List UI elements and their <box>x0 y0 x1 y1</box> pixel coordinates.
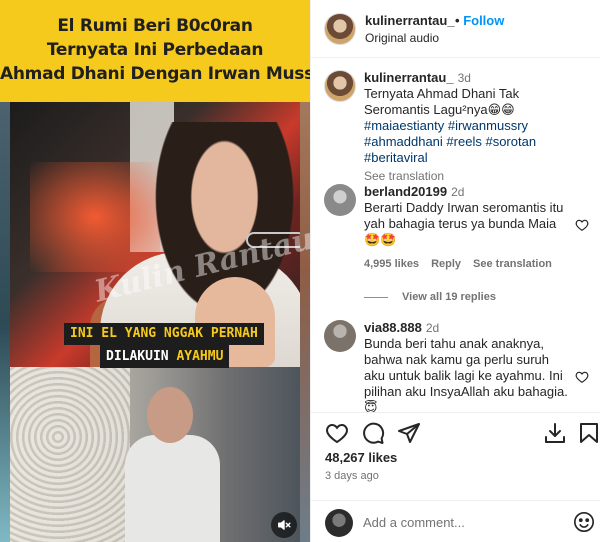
replies-divider <box>364 296 388 298</box>
heart-icon[interactable] <box>325 421 349 445</box>
video-caption-text: DILAKUIN <box>106 349 177 364</box>
avatar[interactable] <box>324 13 356 45</box>
see-translation-link[interactable]: See translation <box>364 168 572 184</box>
man-head <box>147 387 193 443</box>
hashtag[interactable]: #irwanmussry <box>448 118 528 133</box>
video-title-line: Ahmad Dhani Dengan Irwan Mussry <box>0 64 310 84</box>
like-comment-heart-icon[interactable] <box>575 218 589 232</box>
see-translation-link[interactable]: See translation <box>473 258 552 270</box>
reply-button[interactable]: Reply <box>431 258 461 270</box>
man-figure <box>125 377 220 542</box>
header-username[interactable]: kulinerrantau_ <box>365 13 455 28</box>
hashtag[interactable]: #sorotan <box>485 134 536 149</box>
comment-meta: 4,995 likes Reply See translation <box>364 256 572 272</box>
video-caption-text: INI EL YANG NGGAK PERNAH <box>70 326 258 341</box>
follow-label: Follow <box>463 13 505 28</box>
view-replies-label: View all 19 replies <box>402 291 496 303</box>
comment-input[interactable] <box>363 515 563 530</box>
caption-username[interactable]: kulinerrantau_ <box>364 70 454 85</box>
comment-username[interactable]: berland20199 <box>364 184 447 199</box>
video-title-line: Ternyata Ini Perbedaan <box>46 40 264 60</box>
hashtag[interactable]: #maiaestianty <box>364 118 444 133</box>
view-replies-button[interactable]: View all 19 replies <box>364 291 496 303</box>
follow-button[interactable]: • Follow <box>455 13 504 28</box>
likes-count[interactable]: 48,267 likes <box>325 450 397 465</box>
caption-text: Ternyata Ahmad Dhani Tak Seromantis Lagu… <box>364 86 520 117</box>
reel-video[interactable]: El Rumi Beri B0c0ran Ternyata Ini Perbed… <box>0 0 310 542</box>
post-header: kulinerrantau_ • Follow Original audio <box>311 0 600 58</box>
hashtag[interactable]: #beritaviral <box>364 150 428 165</box>
post-timestamp: 3 days ago <box>325 470 379 482</box>
comments-list[interactable]: kulinerrantau_ 3d Ternyata Ahmad Dhani Ta… <box>311 58 600 412</box>
bookmark-icon[interactable] <box>577 421 600 445</box>
action-bar <box>311 412 600 448</box>
comment-likes[interactable]: 4,995 likes <box>364 258 419 270</box>
caption-time: 3d <box>457 71 471 85</box>
emoji-icon[interactable] <box>573 511 595 533</box>
mute-button[interactable] <box>271 512 297 538</box>
header-separator: • <box>455 13 460 28</box>
hashtag[interactable]: #ahmaddhani <box>364 134 443 149</box>
avatar[interactable] <box>324 320 356 352</box>
comment-time: 2d <box>451 185 465 199</box>
comment-username[interactable]: via88.888 <box>364 320 422 335</box>
lace-dress <box>10 367 130 542</box>
video-caption-line2: DILAKUIN AYAHMU <box>100 345 230 368</box>
hashtag[interactable]: #reels <box>446 134 481 149</box>
download-icon[interactable] <box>543 421 567 445</box>
like-comment-heart-icon[interactable] <box>575 370 589 384</box>
share-icon[interactable] <box>397 421 421 445</box>
video-caption-line1: INI EL YANG NGGAK PERNAH <box>64 323 264 345</box>
comment-text: Bunda beri tahu anak anaknya, bahwa nak … <box>364 336 568 412</box>
video-scene-bottom <box>10 367 300 542</box>
video-caption-accent: AYAHMU <box>176 349 224 364</box>
post-panel: kulinerrantau_ • Follow Original audio k… <box>310 0 600 542</box>
comment-text: Berarti Daddy Irwan seromantis itu yah b… <box>364 200 564 247</box>
avatar[interactable] <box>324 70 356 102</box>
add-comment-bar <box>311 500 600 542</box>
comment-body: berland20199 2d Berarti Daddy Irwan serom… <box>364 184 572 272</box>
comment-body: via88.888 2d Bunda beri tahu anak anaknya… <box>364 320 572 412</box>
avatar[interactable] <box>324 184 356 216</box>
avatar <box>325 509 353 537</box>
caption-body: kulinerrantau_ 3d Ternyata Ahmad Dhani Ta… <box>364 70 572 184</box>
speaker-muted-icon <box>278 520 291 530</box>
man-body <box>125 435 220 542</box>
comment-icon[interactable] <box>361 421 385 445</box>
comment-time: 2d <box>425 321 440 335</box>
video-title-line: El Rumi Beri B0c0ran <box>57 16 253 36</box>
video-title-banner: El Rumi Beri B0c0ran Ternyata Ini Perbed… <box>0 0 310 102</box>
audio-link[interactable]: Original audio <box>365 31 439 45</box>
